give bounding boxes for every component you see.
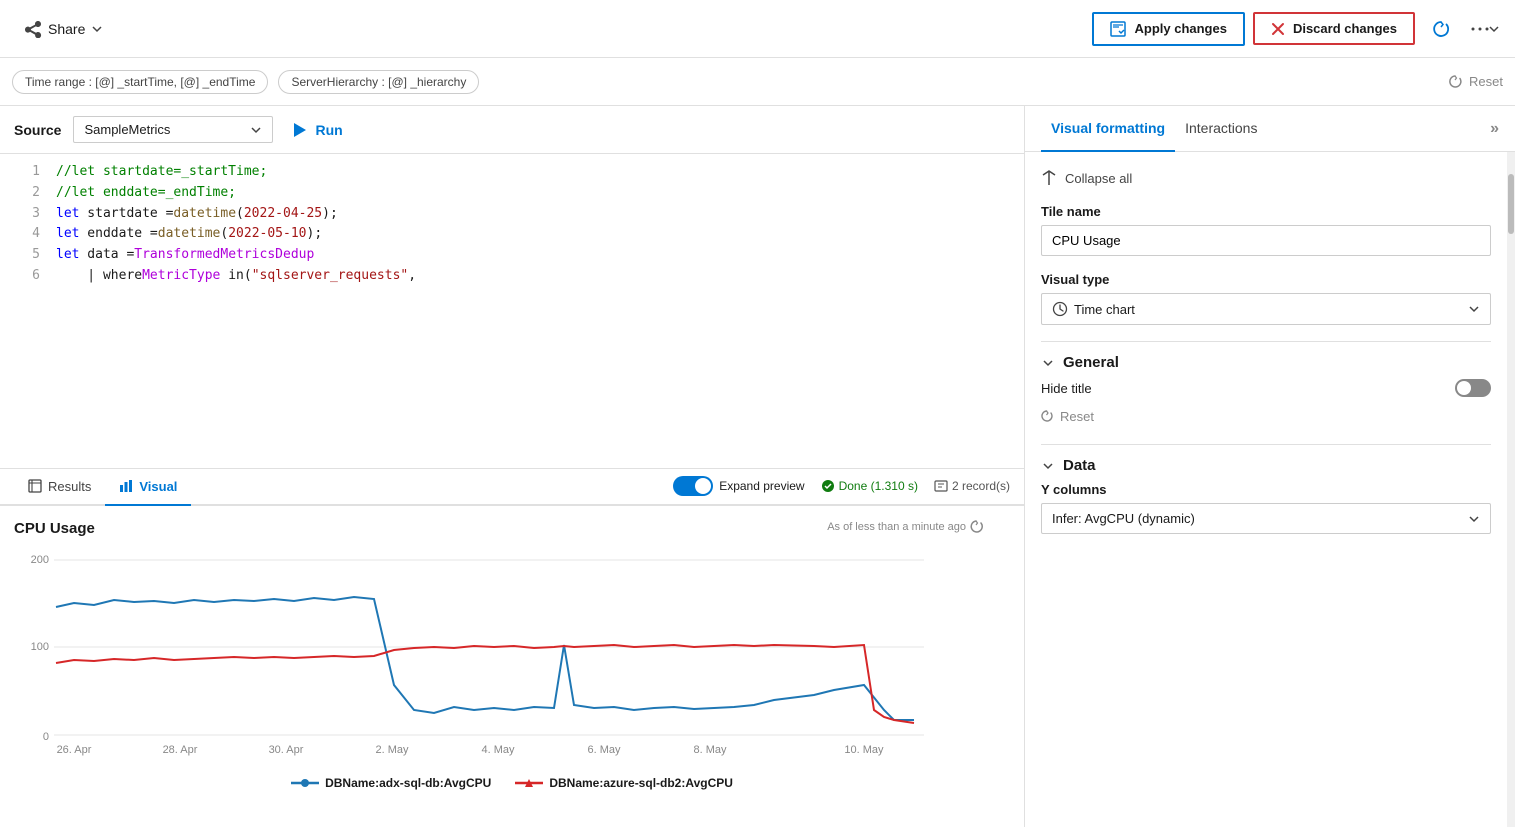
right-panel: Visual formatting Interactions » Collaps… (1025, 106, 1515, 827)
right-panel-content: Collapse all Tile name Visual type (1025, 152, 1507, 827)
y-columns-group: Y columns Infer: AvgCPU (dynamic) (1041, 482, 1491, 534)
more-icon (1471, 25, 1489, 33)
data-chevron-icon (1041, 459, 1055, 473)
share-button[interactable]: Share (12, 14, 115, 44)
done-icon (821, 479, 835, 493)
tile-name-input[interactable] (1041, 225, 1491, 256)
reset-button[interactable]: Reset (1449, 74, 1503, 89)
top-bar: Share Apply changes Discard changes (0, 0, 1515, 58)
svg-text:6. May: 6. May (587, 744, 621, 756)
tab-interactions[interactable]: Interactions (1175, 106, 1267, 152)
collapse-icon (1041, 170, 1057, 186)
run-icon (293, 122, 307, 138)
code-line-6: 6 | where MetricType in( "sqlserver_requ… (0, 266, 1024, 287)
refresh-button[interactable] (1423, 11, 1459, 47)
svg-text:30. Apr: 30. Apr (269, 744, 304, 756)
discard-icon (1271, 22, 1285, 36)
svg-text:8. May: 8. May (693, 744, 727, 756)
source-label: Source (14, 122, 61, 138)
svg-text:28. Apr: 28. Apr (163, 744, 198, 756)
legend-item-blue: DBName:adx-sql-db:AvgCPU (291, 776, 491, 790)
result-tabs: Results Visual Expand preview (0, 469, 1024, 506)
reset-icon-general (1041, 410, 1054, 423)
svg-text:200: 200 (31, 554, 49, 566)
code-line-5: 5 let data = TransformedMetricsDedup (0, 245, 1024, 266)
server-hierarchy-filter[interactable]: ServerHierarchy : [@] _hierarchy (278, 70, 479, 94)
svg-text:4. May: 4. May (481, 744, 515, 756)
source-chevron-icon (250, 124, 262, 136)
visual-icon (119, 479, 133, 493)
code-line-3: 3 let startdate = datetime ( 2022-04-25 … (0, 204, 1024, 225)
main-layout: Source SampleMetrics Run 1 //let startda… (0, 106, 1515, 827)
time-range-filter[interactable]: Time range : [@] _startTime, [@] _endTim… (12, 70, 268, 94)
code-line-2: 2 //let enddate=_endTime; (0, 183, 1024, 204)
collapse-all-button[interactable]: Collapse all (1041, 164, 1132, 192)
code-line-1: 1 //let startdate=_startTime; (0, 162, 1024, 183)
refresh-chart-icon[interactable] (970, 520, 984, 534)
legend-line-red (515, 778, 543, 788)
share-icon (24, 20, 42, 38)
scrollbar-thumb (1508, 174, 1514, 234)
share-chevron-icon (91, 23, 103, 35)
general-chevron-icon (1041, 356, 1055, 370)
status-done: Done (1.310 s) (821, 479, 918, 493)
hide-title-row: Hide title (1041, 379, 1491, 397)
tab-visual-formatting[interactable]: Visual formatting (1041, 106, 1175, 152)
tile-name-group: Tile name (1041, 204, 1491, 256)
chart-legend: DBName:adx-sql-db:AvgCPU DBName:azure-sq… (14, 776, 1010, 790)
filter-bar: Time range : [@] _startTime, [@] _endTim… (0, 58, 1515, 106)
y-columns-select[interactable]: Infer: AvgCPU (dynamic) (1041, 503, 1491, 534)
data-section-header[interactable]: Data (1041, 444, 1491, 482)
svg-text:10. May: 10. May (844, 744, 884, 756)
svg-text:0: 0 (43, 731, 49, 743)
tab-visual[interactable]: Visual (105, 469, 191, 506)
run-button[interactable]: Run (285, 118, 350, 142)
svg-text:100: 100 (31, 641, 49, 653)
scrollbar[interactable] (1507, 152, 1515, 827)
code-line-4: 4 let enddate = datetime ( 2022-05-10 ); (0, 224, 1024, 245)
chart-timestamp: As of less than a minute ago (827, 520, 984, 534)
right-panel-header: Visual formatting Interactions » (1025, 106, 1515, 152)
visual-type-select[interactable]: Time chart (1041, 293, 1491, 325)
hide-title-toggle[interactable] (1455, 379, 1491, 397)
tab-results[interactable]: Results (14, 469, 105, 506)
svg-text:2. May: 2. May (375, 744, 409, 756)
time-chart: 200 100 0 26. Apr 28. Apr 30. Apr 2. May… (14, 545, 934, 765)
more-options-button[interactable] (1467, 11, 1503, 47)
y-columns-chevron-icon (1468, 513, 1480, 525)
apply-changes-button[interactable]: Apply changes (1092, 12, 1244, 46)
svg-text:26. Apr: 26. Apr (57, 744, 92, 756)
general-section-header[interactable]: General (1041, 341, 1491, 379)
general-reset-button[interactable]: Reset (1041, 405, 1094, 428)
refresh-icon (1432, 20, 1450, 38)
visual-type-chevron-icon (1468, 303, 1480, 315)
source-select[interactable]: SampleMetrics (73, 116, 273, 143)
time-chart-icon (1052, 301, 1068, 317)
source-bar: Source SampleMetrics Run (0, 106, 1024, 154)
results-icon (28, 479, 42, 493)
visual-type-group: Visual type Time chart (1041, 272, 1491, 325)
legend-line-blue (291, 778, 319, 788)
status-records: 2 record(s) (934, 479, 1010, 493)
reset-icon (1449, 75, 1463, 89)
tab-extras: Expand preview Done (1.310 s) 2 record(s… (673, 476, 1010, 496)
more-chevron-icon (1489, 25, 1499, 33)
records-icon (934, 479, 948, 493)
expand-panel-button[interactable]: » (1490, 120, 1499, 138)
expand-preview-toggle[interactable]: Expand preview (673, 476, 804, 496)
legend-item-red: DBName:azure-sql-db2:AvgCPU (515, 776, 733, 790)
left-panel: Source SampleMetrics Run 1 //let startda… (0, 106, 1025, 827)
code-editor[interactable]: 1 //let startdate=_startTime; 2 //let en… (0, 154, 1024, 469)
discard-changes-button[interactable]: Discard changes (1253, 12, 1415, 45)
chart-area: CPU Usage As of less than a minute ago 2… (0, 506, 1024, 827)
apply-icon (1110, 21, 1126, 37)
